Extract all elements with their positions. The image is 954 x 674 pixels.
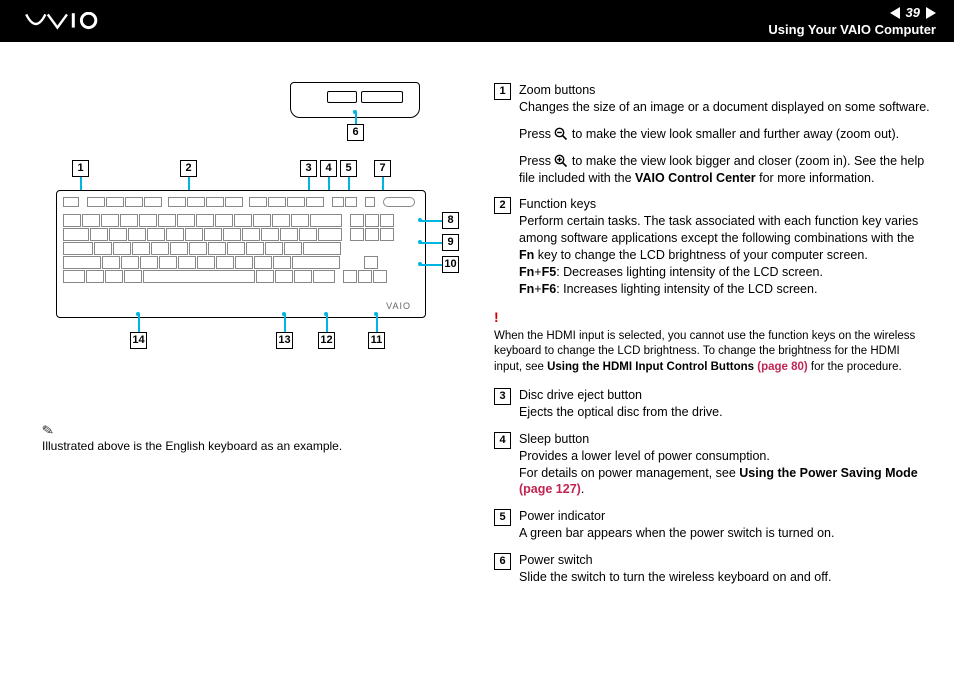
- callout-7: 7: [374, 160, 391, 177]
- callout-4: 4: [320, 160, 337, 177]
- item1-desc: Changes the size of an image or a docume…: [519, 100, 930, 114]
- page-number: 39: [906, 5, 920, 20]
- callout-10: 10: [442, 256, 459, 273]
- page-link-80[interactable]: (page 80): [754, 361, 808, 373]
- callout-8: 8: [442, 212, 459, 229]
- zoom-in-icon: [554, 154, 568, 168]
- item5-num: 5: [494, 509, 511, 526]
- prev-page-icon[interactable]: [890, 7, 900, 19]
- next-page-icon[interactable]: [926, 7, 936, 19]
- item2-title: Function keys: [519, 197, 596, 211]
- page-link-127[interactable]: (page 127): [519, 482, 581, 496]
- footnote-text: Illustrated above is the English keyboar…: [42, 439, 342, 453]
- footnote: ✎ Illustrated above is the English keybo…: [42, 422, 470, 453]
- item1-title: Zoom buttons: [519, 83, 595, 97]
- callout-2: 2: [180, 160, 197, 177]
- keyboard-badge: VAIO: [386, 301, 411, 311]
- description-list: 1 Zoom buttons Changes the size of an im…: [494, 82, 930, 596]
- section-title: Using Your VAIO Computer: [768, 22, 936, 37]
- item1-num: 1: [494, 83, 511, 100]
- vaio-logo: [18, 12, 128, 30]
- item6-num: 6: [494, 553, 511, 570]
- zoom-out-icon: [554, 127, 568, 141]
- header-bar: 39 Using Your VAIO Computer: [0, 0, 954, 42]
- callout-9: 9: [442, 234, 459, 251]
- callout-14: 14: [130, 332, 147, 349]
- callout-5: 5: [340, 160, 357, 177]
- callout-11: 11: [368, 332, 385, 349]
- warning-text: When the HDMI input is selected, you can…: [494, 329, 930, 376]
- keyboard-diagram: 6 1 2 3 4 5 7 VAIO: [50, 82, 450, 392]
- pencil-icon: ✎: [41, 421, 56, 440]
- warning-icon: !: [494, 308, 930, 327]
- callout-1: 1: [72, 160, 89, 177]
- callout-12: 12: [318, 332, 335, 349]
- item2-num: 2: [494, 197, 511, 214]
- callout-3: 3: [300, 160, 317, 177]
- item4-num: 4: [494, 432, 511, 449]
- callout-6: 6: [347, 124, 364, 141]
- item3-num: 3: [494, 388, 511, 405]
- callout-13: 13: [276, 332, 293, 349]
